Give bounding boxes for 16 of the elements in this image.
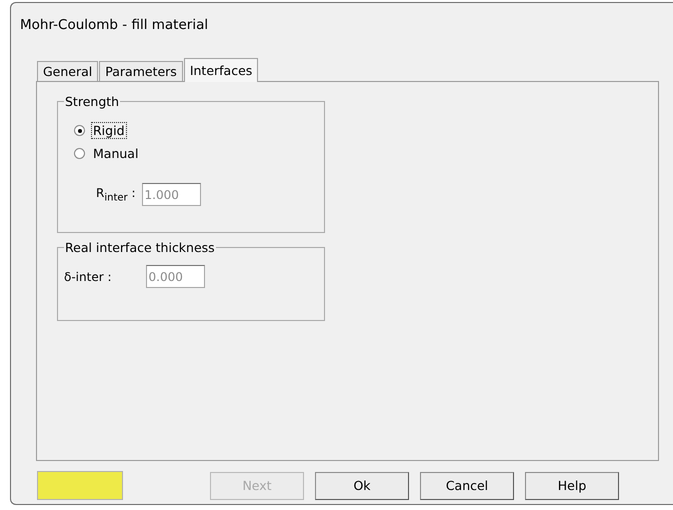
window-title: Mohr-Coulomb - fill material: [19, 16, 210, 35]
group-title: Real interface thickness: [64, 240, 216, 255]
field-label: R$_{inter}$ :: [96, 186, 136, 204]
dialog-button[interactable]: Ok: [315, 472, 409, 500]
radio-option[interactable]: Rigid: [74, 119, 127, 142]
tab[interactable]: Interfaces: [184, 58, 258, 82]
tab[interactable]: Parameters: [99, 61, 183, 81]
color-swatch[interactable]: [37, 471, 123, 500]
radio-option[interactable]: Manual: [74, 142, 140, 165]
tab[interactable]: General: [37, 61, 98, 81]
group-title: Strength: [64, 94, 120, 109]
dialog-button[interactable]: Help: [525, 472, 619, 500]
option-label: Rigid: [91, 122, 127, 139]
field-label: δ-inter :: [64, 270, 112, 284]
option-label: Manual: [92, 145, 140, 162]
dialog-button[interactable]: Cancel: [420, 472, 514, 500]
